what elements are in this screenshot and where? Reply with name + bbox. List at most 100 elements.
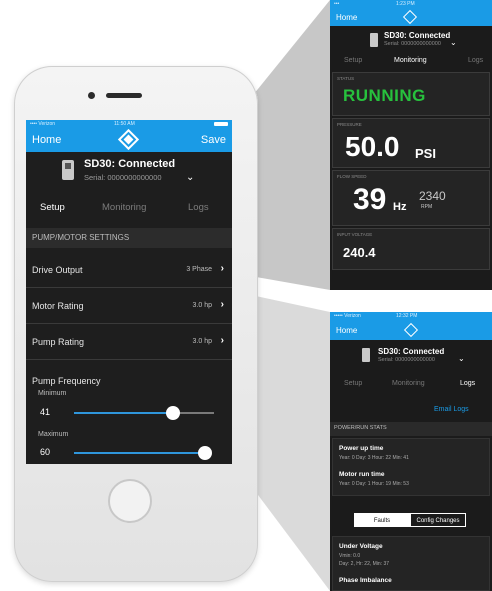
drive-device-icon	[362, 348, 370, 362]
clock-text: 11:50 AM	[114, 121, 135, 127]
monitor-device-serial: Serial: 0000000000000	[384, 41, 441, 47]
power-run-card: Power up time Year: 0 Day: 3 Hour: 22 Mi…	[332, 438, 490, 496]
row-value: 3.0 hp	[192, 338, 212, 345]
tab-monitoring[interactable]: Monitoring	[394, 57, 427, 64]
carrier-text: •••• Verizon	[30, 121, 56, 127]
drive-device-icon	[370, 33, 378, 47]
logs-carrier: ••••• Verizon	[334, 313, 361, 319]
maximum-slider-knob[interactable]	[198, 446, 212, 460]
pressure-label: PRESSURE	[337, 122, 362, 127]
minimum-label: Minimum	[38, 390, 67, 397]
voltage-card: INPUT VOLTAGE 240.4	[332, 228, 490, 270]
chevron-right-icon: ›	[220, 263, 224, 274]
logs-home-link[interactable]: Home	[336, 326, 357, 335]
tab-monitoring[interactable]: Monitoring	[392, 380, 425, 387]
row-label: Pump Rating	[32, 337, 85, 347]
status-card: STATUS RUNNING	[332, 72, 490, 116]
setting-row-motor-rating[interactable]: Motor Rating 3.0 hp ›	[26, 290, 232, 324]
row-label: Drive Output	[32, 265, 83, 275]
flow-card: FLOW SPEED 39 Hz 2340 RPM	[332, 170, 490, 226]
voltage-label: INPUT VOLTAGE	[337, 232, 373, 237]
fault-title: Under Voltage	[339, 543, 383, 550]
maximum-label: Maximum	[38, 431, 69, 438]
brand-logo-icon	[402, 9, 418, 25]
tab-setup[interactable]: Setup	[40, 202, 65, 213]
email-logs-link[interactable]: Email Logs	[434, 406, 469, 413]
chevron-down-icon[interactable]: ⌄	[458, 354, 465, 363]
status-label: STATUS	[337, 76, 355, 81]
section-header: PUMP/MOTOR SETTINGS	[26, 228, 232, 248]
tab-logs[interactable]: Logs	[468, 57, 483, 64]
minimum-value: 41	[40, 407, 51, 417]
power-up-title: Power up time	[339, 445, 384, 452]
tab-bar: Setup Monitoring Logs	[26, 202, 232, 220]
flow-value: 39	[353, 183, 387, 216]
flow-label: FLOW SPEED	[337, 174, 367, 179]
power-run-title: POWER/RUN STATS	[334, 425, 387, 431]
device-header[interactable]: SD30: Connected Serial: 0000000000000 ⌄	[26, 152, 232, 196]
faults-segment[interactable]: Faults	[354, 513, 410, 527]
tab-setup[interactable]: Setup	[344, 57, 362, 64]
fault-detail-2: Day: 2, Hr: 22, Min: 37	[339, 561, 390, 567]
nav-bar: Home Save	[26, 128, 232, 152]
logs-device-serial: Serial: 0000000000000	[378, 357, 435, 363]
chevron-down-icon[interactable]: ⌄	[186, 172, 194, 183]
row-label: Motor Rating	[32, 301, 84, 311]
brand-logo-icon	[117, 128, 140, 151]
drive-device-icon	[62, 160, 74, 180]
section-title: PUMP/MOTOR SETTINGS	[32, 233, 130, 242]
front-camera	[88, 92, 95, 99]
voltage-value: 240.4	[343, 245, 376, 260]
pressure-value: 50.0	[345, 131, 400, 162]
monitor-nav-bar: ••• 1:23 PM Home	[330, 0, 492, 26]
earpiece-speaker	[106, 93, 142, 98]
minimum-slider-knob[interactable]	[166, 406, 180, 420]
minimum-slider-fill	[74, 412, 174, 414]
power-up-value: Year: 0 Day: 3 Hour: 22 Min: 41	[339, 455, 409, 461]
home-button[interactable]	[108, 479, 152, 523]
logs-nav-bar: ••••• Verizon 12:32 PM Home	[330, 312, 492, 340]
battery-icon	[214, 122, 228, 126]
save-button[interactable]: Save	[201, 128, 226, 152]
pressure-unit: PSI	[415, 146, 436, 161]
fault-title-2: Phase Imbalance	[339, 577, 392, 584]
row-value: 3.0 hp	[192, 302, 212, 309]
logs-panel: ••••• Verizon 12:32 PM Home SD30: Connec…	[330, 312, 492, 591]
tab-setup[interactable]: Setup	[344, 380, 362, 387]
maximum-slider-fill	[74, 452, 204, 454]
chevron-right-icon: ›	[220, 299, 224, 310]
fault-detail-1: Vmin: 0.0	[339, 553, 361, 559]
maximum-value: 60	[40, 447, 51, 457]
frequency-title: Pump Frequency	[32, 376, 101, 386]
monitor-home-link[interactable]: Home	[336, 13, 357, 22]
phone-screen: •••• Verizon 11:50 AM Home Save SD30: Co…	[26, 120, 232, 464]
logs-device-title: SD30: Connected	[378, 347, 445, 356]
device-serial: Serial: 0000000000000	[84, 173, 162, 182]
row-value: 3 Phase	[186, 266, 212, 273]
tab-logs[interactable]: Logs	[188, 202, 209, 213]
setting-row-pump-rating[interactable]: Pump Rating 3.0 hp ›	[26, 326, 232, 360]
rpm-value: 2340	[419, 189, 446, 203]
motor-run-value: Year: 0 Day: 1 Hour: 19 Min: 53	[339, 481, 409, 487]
device-title: SD30: Connected	[84, 158, 176, 170]
status-bar: •••• Verizon 11:50 AM	[26, 120, 232, 128]
home-link[interactable]: Home	[32, 128, 61, 152]
tab-monitoring[interactable]: Monitoring	[102, 202, 146, 213]
pressure-card: PRESSURE 50.0 PSI	[332, 118, 490, 168]
monitor-clock: 1:23 PM	[396, 1, 415, 7]
monitor-carrier: •••	[334, 1, 340, 7]
power-run-header: POWER/RUN STATS	[330, 422, 492, 436]
chevron-down-icon[interactable]: ⌄	[450, 38, 457, 47]
brand-logo-icon	[403, 322, 419, 338]
faults-card: Under Voltage Vmin: 0.0 Day: 2, Hr: 22, …	[332, 536, 490, 591]
setting-row-drive-output[interactable]: Drive Output 3 Phase ›	[26, 254, 232, 288]
motor-run-title: Motor run time	[339, 471, 385, 478]
flow-unit: Hz	[393, 201, 407, 213]
status-value: RUNNING	[343, 86, 426, 105]
monitor-device-title: SD30: Connected	[384, 31, 451, 40]
monitoring-panel: ••• 1:23 PM Home SD30: Connected Serial:…	[330, 0, 492, 290]
minimum-slider-track	[174, 412, 214, 414]
logs-clock: 12:32 PM	[396, 313, 418, 319]
tab-logs[interactable]: Logs	[460, 380, 475, 387]
config-changes-segment[interactable]: Config Changes	[410, 513, 466, 527]
